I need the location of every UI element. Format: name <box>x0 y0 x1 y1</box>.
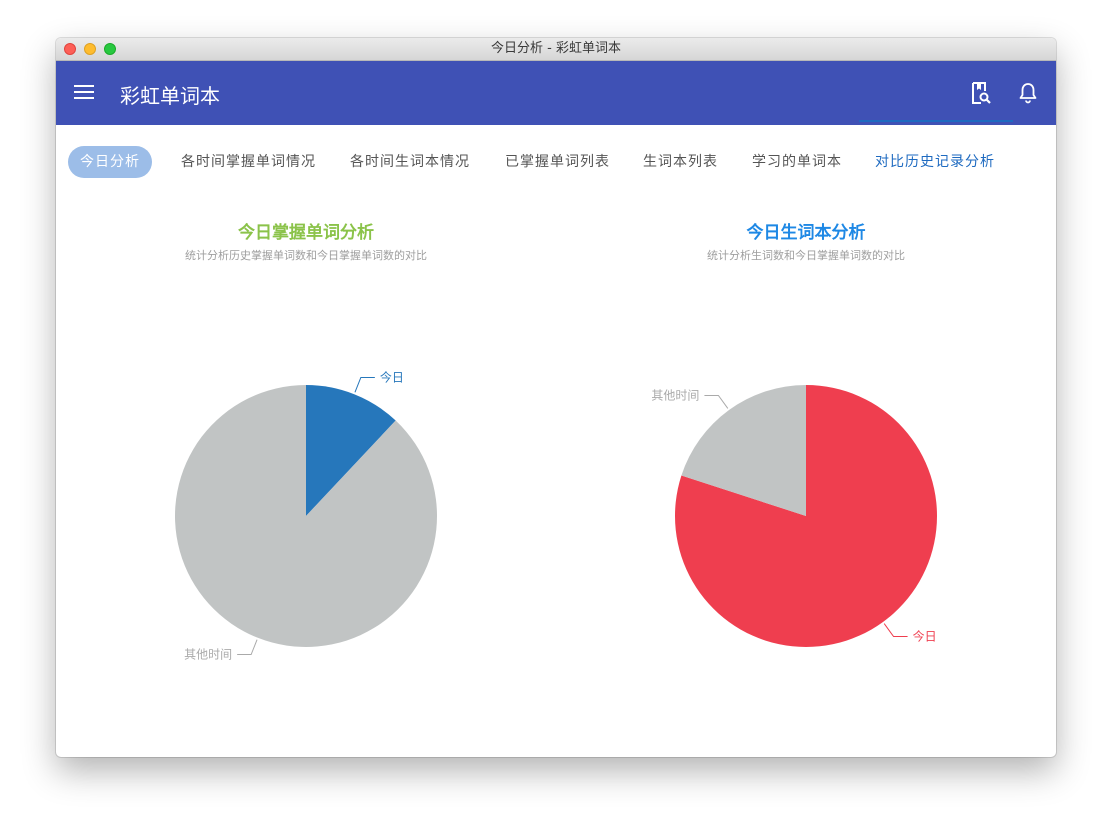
pie-slice-label: 其他时间 <box>184 648 232 662</box>
chart-1-subtitle: 统计分析历史掌握单词数和今日掌握单词数的对比 <box>185 249 427 262</box>
pie-chart-mastered: 今日其他时间 <box>174 369 437 662</box>
minimize-window-button[interactable] <box>84 43 96 55</box>
pie-label-line <box>883 623 908 638</box>
chart-2-subtitle: 统计分析生词数和今日掌握单词数的对比 <box>707 249 905 262</box>
pie-chart-new-words: 今日 其他时间 <box>651 385 937 647</box>
active-tab-indicator <box>859 120 1013 122</box>
menu-icon[interactable] <box>74 85 94 101</box>
pie-label-line <box>237 639 258 656</box>
bell-icon[interactable] <box>1016 81 1040 105</box>
tab-today-analysis[interactable]: 今日分析 <box>68 146 152 178</box>
app-bar: 彩虹单词本 <box>56 61 1056 125</box>
app-title: 彩虹单词本 <box>120 84 220 108</box>
word-search-icon[interactable] <box>968 81 992 105</box>
tab-bar: 今日分析 各时间掌握单词情况 各时间生词本情况 已掌握单词列表 生词本列表 学习… <box>56 125 1056 187</box>
pie-slice-label: 今日 <box>380 369 404 384</box>
chart-2-title: 今日生词本分析 <box>746 223 866 243</box>
pie-slice-other[interactable] <box>174 385 437 647</box>
tab-history-compare[interactable]: 对比历史记录分析 <box>875 146 995 178</box>
tab-mastered-list[interactable]: 已掌握单词列表 <box>505 146 610 178</box>
window-title: 今日分析 - 彩虹单词本 <box>491 41 621 56</box>
pie-slice-label: 其他时间 <box>651 388 699 402</box>
app-window: 今日分析 - 彩虹单词本 彩虹单词本 今日分析 各时间掌握单词情况 各时间生词本… <box>56 38 1056 757</box>
tab-study-wordbooks[interactable]: 学习的单词本 <box>752 146 842 178</box>
tab-mastered-by-time[interactable]: 各时间掌握单词情况 <box>181 146 316 178</box>
tab-new-words-by-time[interactable]: 各时间生词本情况 <box>350 146 470 178</box>
pie-slice-label: 今日 <box>913 629 937 644</box>
chart-1-title: 今日掌握单词分析 <box>238 223 374 243</box>
tab-new-words-list[interactable]: 生词本列表 <box>643 146 718 178</box>
close-window-button[interactable] <box>64 43 76 55</box>
pie-label-line <box>354 376 375 393</box>
window-titlebar: 今日分析 - 彩虹单词本 <box>56 38 1056 61</box>
zoom-window-button[interactable] <box>104 43 116 55</box>
pie-label-line <box>704 394 729 409</box>
